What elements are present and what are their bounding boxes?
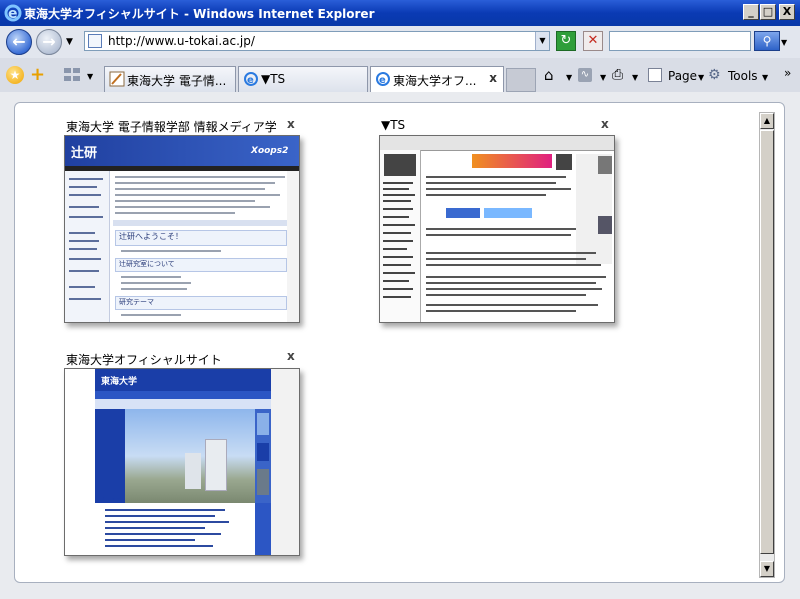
- tab-tokai-official[interactable]: e 東海大学オフ... x: [370, 66, 504, 92]
- search-input[interactable]: [609, 31, 751, 51]
- back-button[interactable]: ←: [6, 29, 32, 55]
- ie-page-icon: e: [243, 71, 259, 87]
- thumb-site-logo: Xoops2: [251, 146, 289, 156]
- thumb-site-logo: 東海大学: [101, 377, 138, 387]
- quick-tab-thumbnail[interactable]: [379, 135, 615, 323]
- thumb-news-label: NEWS: [101, 496, 122, 503]
- quick-tab-close-icon[interactable]: x: [287, 117, 295, 131]
- scrollbar-thumb[interactable]: [760, 130, 774, 554]
- back-arrow-icon: ←: [12, 32, 26, 51]
- new-tab-button[interactable]: [506, 68, 536, 92]
- stop-button[interactable]: ✕: [583, 31, 603, 51]
- tab-label: 東海大学 電子情...: [127, 74, 227, 88]
- feeds-dropdown-icon[interactable]: ▼: [600, 73, 606, 82]
- svg-text:e: e: [8, 6, 18, 22]
- add-to-favorites-icon[interactable]: +: [30, 64, 45, 85]
- refresh-icon: ↻: [560, 33, 572, 48]
- scroll-up-icon[interactable]: ▲: [760, 113, 774, 129]
- quick-tabs-icon[interactable]: [64, 68, 82, 82]
- search-button[interactable]: ⚲: [754, 31, 780, 51]
- forward-button[interactable]: →: [36, 29, 62, 55]
- print-icon[interactable]: ⎙: [612, 67, 623, 83]
- home-icon[interactable]: ⌂: [544, 66, 554, 84]
- page-menu[interactable]: Page: [668, 69, 697, 83]
- svg-text:e: e: [247, 75, 254, 86]
- close-window-button[interactable]: X: [779, 4, 795, 20]
- thumb-section-heading: 研究テーマ: [119, 298, 154, 306]
- page-favicon-icon: [109, 71, 125, 87]
- thumb-section-heading: 辻研究室について: [119, 260, 175, 268]
- tab-label: 東海大学オフ...: [393, 74, 477, 88]
- page-icon: [648, 68, 662, 82]
- tab-list-dropdown-icon[interactable]: ▼: [87, 72, 93, 81]
- tools-menu[interactable]: Tools: [728, 69, 758, 83]
- tools-dropdown-icon[interactable]: ▼: [762, 73, 768, 82]
- svg-text:e: e: [379, 75, 386, 86]
- search-icon: ⚲: [762, 34, 772, 48]
- maximize-button[interactable]: □: [760, 4, 776, 20]
- scroll-down-icon[interactable]: ▼: [760, 561, 774, 577]
- thumb-site-banner: 辻研: [71, 146, 98, 161]
- ie-logo-icon: e: [4, 4, 22, 22]
- recent-pages-dropdown-icon[interactable]: ▼: [66, 37, 73, 47]
- quick-tab-close-icon[interactable]: x: [601, 117, 609, 131]
- home-dropdown-icon[interactable]: ▼: [566, 73, 572, 82]
- address-dropdown-icon[interactable]: ▼: [535, 32, 549, 50]
- forward-arrow-icon: →: [42, 32, 56, 51]
- tab-tokai-media[interactable]: 東海大学 電子情...: [104, 66, 236, 92]
- stop-icon: ✕: [587, 33, 599, 48]
- quick-tab-close-icon[interactable]: x: [287, 349, 295, 363]
- toolbar-overflow-button[interactable]: »: [784, 66, 791, 80]
- quick-tab-title[interactable]: 東海大学オフィシャルサイト: [66, 351, 276, 368]
- print-dropdown-icon[interactable]: ▼: [632, 73, 638, 82]
- site-favicon-icon: [88, 34, 102, 48]
- gear-icon: ⚙: [708, 67, 721, 83]
- ie-page-icon: e: [375, 71, 391, 87]
- tab-ts[interactable]: e ▼TS: [238, 66, 368, 92]
- quick-tab-title[interactable]: ▼TS: [381, 118, 581, 132]
- tab-close-icon[interactable]: x: [489, 71, 497, 85]
- page-dropdown-icon[interactable]: ▼: [698, 73, 704, 82]
- address-url[interactable]: http://www.u-tokai.ac.jp/: [108, 34, 255, 48]
- quick-tab-thumbnail[interactable]: 東海大学 NEWS: [64, 368, 300, 556]
- minimize-button[interactable]: _: [743, 4, 759, 20]
- window-title: 東海大学オフィシャルサイト - Windows Internet Explore…: [24, 7, 375, 21]
- tab-label: ▼TS: [261, 72, 286, 86]
- quick-tab-title[interactable]: 東海大学 電子情報学部 情報メディア学...: [66, 118, 276, 135]
- thumb-welcome-text: 辻研へようこそ！: [119, 232, 183, 241]
- quick-tab-thumbnail[interactable]: 辻研 Xoops2 辻研へようこそ！ 辻研究室について 研究テーマ: [64, 135, 300, 323]
- feeds-icon[interactable]: ∿: [578, 68, 592, 82]
- search-options-dropdown-icon[interactable]: ▼: [781, 38, 787, 47]
- favorites-center-icon[interactable]: ★: [6, 66, 24, 84]
- refresh-button[interactable]: ↻: [556, 31, 576, 51]
